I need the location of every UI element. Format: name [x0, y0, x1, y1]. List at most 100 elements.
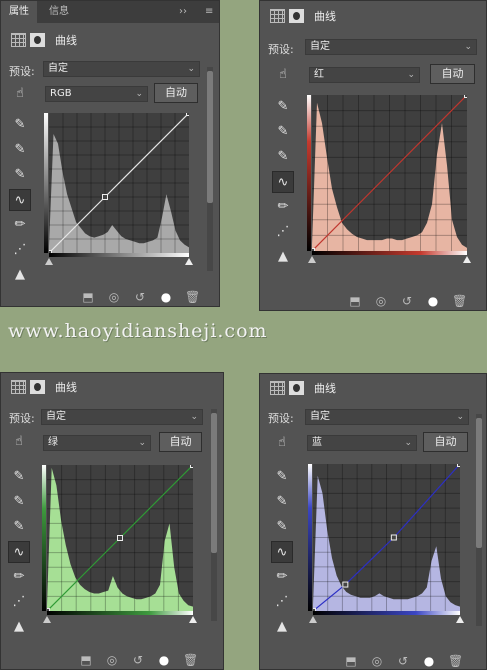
channel-dropdown[interactable]: 蓝 ⌄: [307, 435, 417, 451]
auto-button[interactable]: 自动: [159, 432, 202, 452]
view-previous-icon[interactable]: ◎: [107, 290, 121, 304]
black-point-slider[interactable]: [45, 258, 53, 265]
delete-icon[interactable]: 🗑: [452, 294, 467, 308]
set-black-point-icon[interactable]: ✎: [271, 516, 293, 538]
white-point-slider[interactable]: [463, 256, 471, 263]
layer-mask-icon[interactable]: [289, 381, 304, 395]
delete-icon[interactable]: 🗑: [185, 290, 200, 304]
curve-graph[interactable]: [312, 95, 467, 251]
set-black-point-icon[interactable]: ✎: [272, 146, 294, 168]
view-previous-icon[interactable]: ◎: [374, 294, 388, 308]
auto-button[interactable]: 自动: [154, 83, 198, 103]
curve-edit-icon[interactable]: ∿: [272, 171, 294, 193]
visibility-icon[interactable]: ●: [426, 294, 440, 308]
set-white-point-icon[interactable]: ✎: [8, 466, 30, 488]
preset-dropdown[interactable]: 自定 ⌄: [305, 409, 469, 425]
curve-control-point[interactable]: [102, 194, 108, 200]
black-point-slider[interactable]: [309, 616, 317, 623]
scrollbar-thumb[interactable]: [476, 418, 482, 548]
clip-warning-icon[interactable]: ▲: [271, 616, 293, 638]
set-gray-point-icon[interactable]: ✎: [271, 491, 293, 513]
clip-to-layer-icon[interactable]: ⬒: [81, 290, 95, 304]
clip-warning-icon[interactable]: ▲: [9, 264, 31, 286]
black-point-slider[interactable]: [43, 616, 51, 623]
scrollbar-thumb[interactable]: [211, 413, 217, 553]
reset-icon[interactable]: ↺: [131, 653, 145, 667]
smooth-icon[interactable]: ⋰: [271, 591, 293, 613]
white-point-slider[interactable]: [189, 616, 197, 623]
curve-edit-icon[interactable]: ∿: [271, 541, 293, 563]
reset-icon[interactable]: ↺: [133, 290, 147, 304]
smooth-icon[interactable]: ⋰: [9, 239, 31, 261]
curve-graph-svg[interactable]: [312, 95, 467, 251]
scrollbar[interactable]: [207, 67, 213, 271]
scrollbar[interactable]: [211, 409, 217, 621]
set-white-point-icon[interactable]: ✎: [271, 466, 293, 488]
curve-control-point[interactable]: [390, 534, 397, 541]
white-point-slider[interactable]: [456, 616, 464, 623]
pencil-icon[interactable]: ✏: [271, 566, 293, 588]
set-white-point-icon[interactable]: ✎: [272, 96, 294, 118]
channel-dropdown[interactable]: 绿 ⌄: [43, 435, 151, 451]
curve-control-point[interactable]: [457, 464, 461, 467]
clip-warning-icon[interactable]: ▲: [272, 246, 294, 268]
reset-icon[interactable]: ↺: [396, 654, 410, 668]
clip-warning-icon[interactable]: ▲: [8, 616, 30, 638]
hand-target-icon[interactable]: ☝: [8, 431, 30, 453]
pencil-icon[interactable]: ✏: [9, 214, 31, 236]
view-previous-icon[interactable]: ◎: [370, 654, 384, 668]
visibility-icon[interactable]: ●: [422, 654, 436, 668]
curve-control-point[interactable]: [117, 535, 123, 541]
preset-dropdown[interactable]: 自定 ⌄: [41, 409, 203, 425]
curve-graph-svg[interactable]: [47, 465, 193, 611]
white-point-slider[interactable]: [185, 258, 193, 265]
auto-button[interactable]: 自动: [430, 64, 475, 84]
curve-graph-svg[interactable]: [49, 113, 189, 253]
black-point-slider[interactable]: [308, 256, 316, 263]
panel-menu-icon[interactable]: ≡: [197, 1, 221, 23]
set-gray-point-icon[interactable]: ✎: [272, 121, 294, 143]
smooth-icon[interactable]: ⋰: [272, 221, 294, 243]
curve-edit-icon[interactable]: ∿: [8, 541, 30, 563]
clip-to-layer-icon[interactable]: ⬒: [348, 294, 362, 308]
set-white-point-icon[interactable]: ✎: [9, 114, 31, 136]
set-black-point-icon[interactable]: ✎: [8, 516, 30, 538]
clip-to-layer-icon[interactable]: ⬒: [344, 654, 358, 668]
curve-control-point[interactable]: [186, 113, 190, 116]
tab-properties[interactable]: 属性: [1, 1, 37, 23]
tab-info[interactable]: 信息: [41, 1, 77, 23]
smooth-icon[interactable]: ⋰: [8, 591, 30, 613]
pencil-icon[interactable]: ✏: [272, 196, 294, 218]
scrollbar-thumb[interactable]: [207, 71, 213, 203]
auto-button[interactable]: 自动: [423, 432, 468, 452]
channel-dropdown[interactable]: 红 ⌄: [309, 67, 420, 83]
layer-mask-icon[interactable]: [30, 33, 45, 47]
curve-edit-icon[interactable]: ∿: [9, 189, 31, 211]
view-previous-icon[interactable]: ◎: [105, 653, 119, 667]
layer-mask-icon[interactable]: [30, 380, 45, 394]
reset-icon[interactable]: ↺: [400, 294, 414, 308]
clip-to-layer-icon[interactable]: ⬒: [79, 653, 93, 667]
curve-control-point[interactable]: [342, 581, 349, 588]
scrollbar[interactable]: [476, 414, 482, 626]
curve-graph[interactable]: [313, 464, 460, 611]
collapse-icon[interactable]: ››: [171, 1, 195, 23]
set-gray-point-icon[interactable]: ✎: [9, 139, 31, 161]
pencil-icon[interactable]: ✏: [8, 566, 30, 588]
hand-target-icon[interactable]: ☝: [271, 432, 293, 454]
curve-graph-svg[interactable]: [313, 464, 460, 611]
layer-mask-icon[interactable]: [289, 9, 304, 23]
curve-control-point[interactable]: [464, 95, 468, 98]
preset-dropdown[interactable]: 自定 ⌄: [305, 39, 477, 55]
curve-control-point[interactable]: [190, 465, 194, 468]
delete-icon[interactable]: 🗑: [183, 653, 198, 667]
hand-target-icon[interactable]: ☝: [9, 83, 31, 105]
curve-graph[interactable]: [49, 113, 189, 253]
visibility-icon[interactable]: ●: [157, 653, 171, 667]
visibility-icon[interactable]: ●: [159, 290, 173, 304]
delete-icon[interactable]: 🗑: [448, 654, 463, 668]
set-black-point-icon[interactable]: ✎: [9, 164, 31, 186]
curve-graph[interactable]: [47, 465, 193, 611]
hand-target-icon[interactable]: ☝: [272, 64, 294, 86]
preset-dropdown[interactable]: 自定 ⌄: [43, 61, 200, 77]
